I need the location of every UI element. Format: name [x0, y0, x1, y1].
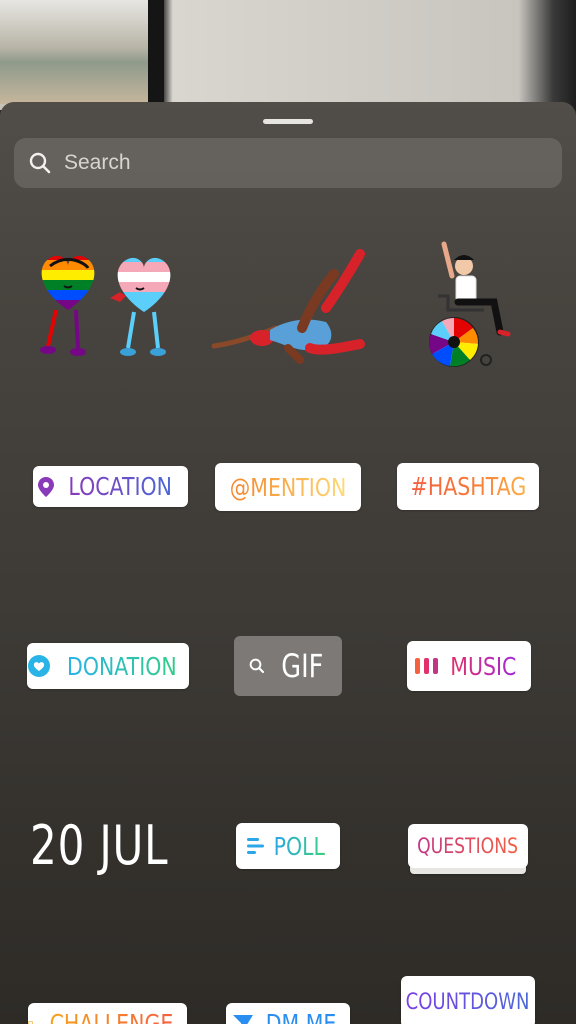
poll-bars-icon [246, 838, 264, 854]
send-icon [232, 1015, 253, 1024]
mention-label: @MENTION [229, 472, 347, 502]
challenge-sticker[interactable]: CHALLENGE [28, 1003, 187, 1024]
search-bar[interactable] [14, 138, 562, 188]
camera-background [0, 0, 576, 110]
countdown-sticker[interactable]: COUNTDOWN [401, 976, 535, 1024]
poll-sticker[interactable]: POLL [236, 823, 340, 869]
wheelchair-person-icon [429, 241, 511, 367]
equalizer-icon [415, 658, 439, 674]
hashtag-sticker[interactable]: #HASHTAG [397, 463, 539, 510]
donation-sticker[interactable]: DONATION [27, 643, 189, 689]
gif-sticker[interactable]: GIF [234, 636, 342, 696]
search-input[interactable] [64, 151, 524, 175]
dm-me-label: DM ME [265, 1008, 337, 1024]
dm-me-sticker[interactable]: DM ME [226, 1003, 350, 1024]
search-icon [249, 658, 264, 674]
wheelchair-sticker[interactable] [418, 240, 518, 370]
location-pin-icon [38, 476, 55, 497]
countdown-label: COUNTDOWN [406, 989, 530, 1015]
gif-label: GIF [280, 647, 324, 685]
date-sticker[interactable]: 20 JUL [30, 814, 168, 877]
music-sticker[interactable]: MUSIC [407, 641, 531, 691]
heart-circle-icon [28, 655, 51, 677]
questions-label: QUESTIONS [417, 834, 519, 858]
dancer-sticker[interactable] [210, 248, 366, 364]
pride-hearts-sticker[interactable] [28, 248, 188, 360]
location-sticker[interactable]: LOCATION [33, 466, 188, 507]
search-icon [29, 152, 51, 174]
pride-hearts-icon [40, 255, 171, 356]
hashtag-label: #HASHTAG [410, 472, 526, 501]
background-photo [0, 0, 150, 104]
challenge-icon [28, 1021, 33, 1024]
dancer-icon [211, 249, 365, 364]
questions-sticker[interactable]: QUESTIONS [408, 824, 528, 868]
sticker-tray: LOCATION @MENTION #HASHTAG DONATION GIF … [0, 102, 576, 1024]
drag-handle[interactable] [263, 119, 313, 124]
donation-label: DONATION [67, 651, 177, 681]
location-label: LOCATION [68, 472, 173, 501]
poll-label: POLL [273, 831, 325, 861]
mention-sticker[interactable]: @MENTION [215, 463, 361, 511]
music-label: MUSIC [450, 651, 517, 681]
background-bezel [148, 0, 164, 104]
challenge-label: CHALLENGE [50, 1009, 174, 1024]
